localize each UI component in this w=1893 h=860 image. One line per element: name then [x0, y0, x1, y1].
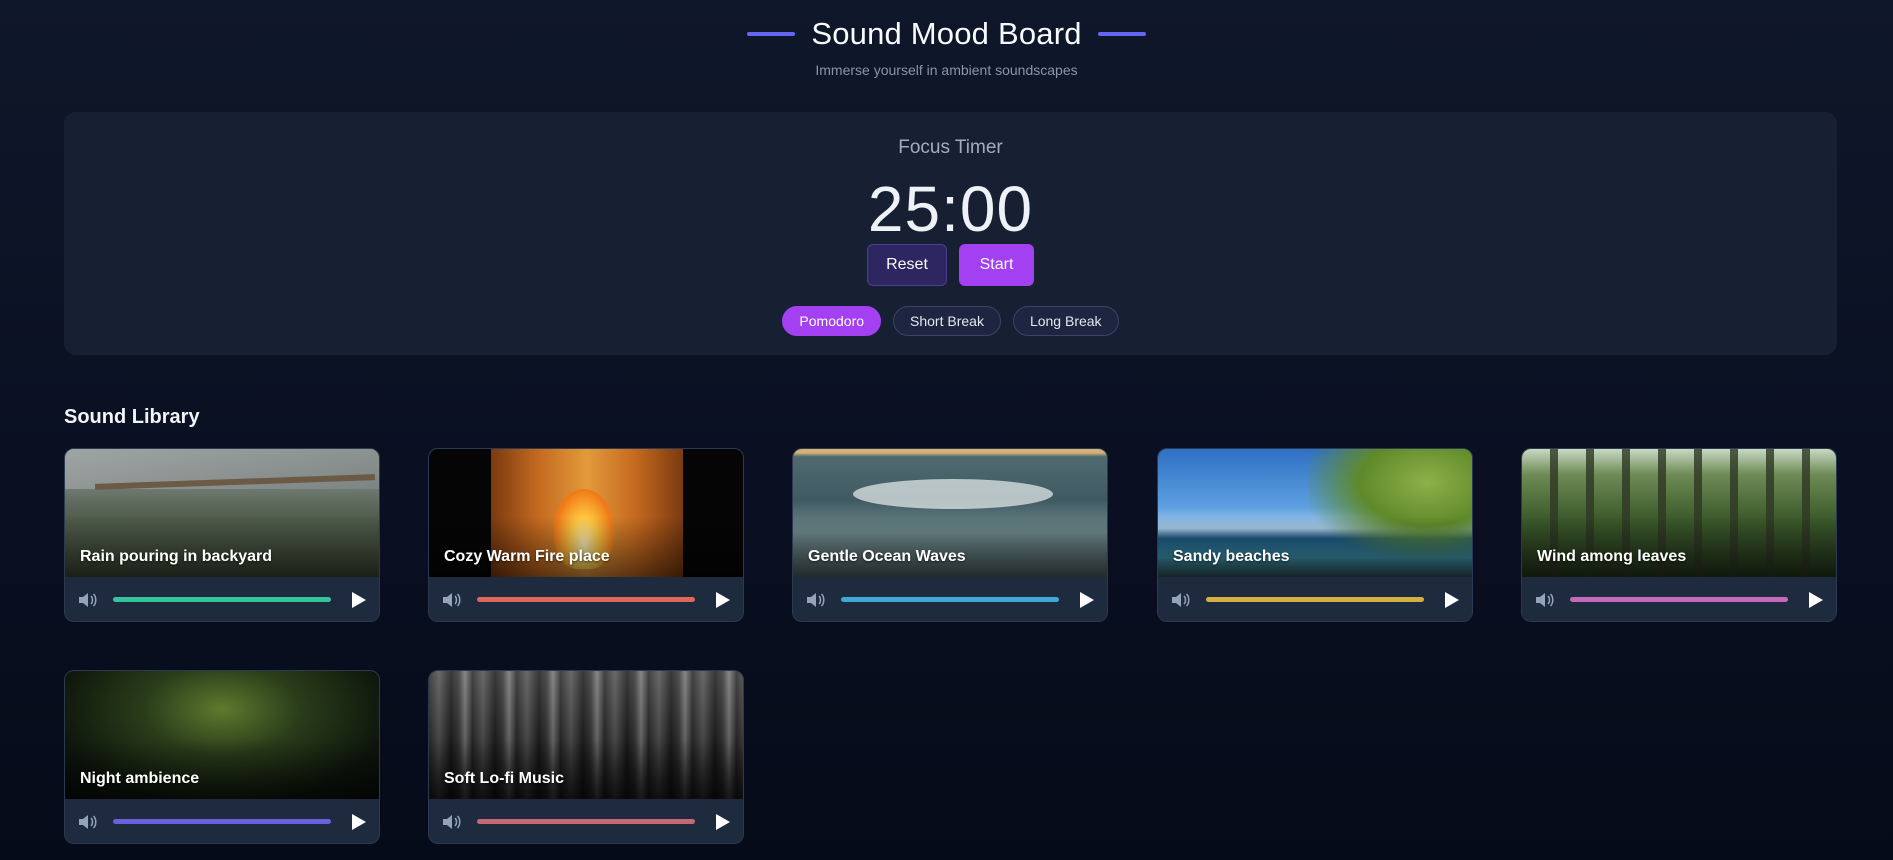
start-button[interactable]: Start [959, 244, 1034, 286]
volume-slider[interactable] [113, 819, 331, 824]
volume-icon[interactable] [1534, 591, 1554, 609]
sound-card-fire: Cozy Warm Fire place [428, 448, 744, 622]
sound-title: Wind among leaves [1537, 548, 1687, 565]
page-subtitle: Immerse yourself in ambient soundscapes [815, 62, 1078, 78]
sound-card-ocean: Gentle Ocean Waves [792, 448, 1108, 622]
play-icon[interactable] [1805, 590, 1825, 610]
sound-library-title: Sound Library [64, 406, 200, 428]
volume-icon[interactable] [805, 591, 825, 609]
volume-slider[interactable] [477, 819, 695, 824]
title-decoration-right [1097, 32, 1146, 36]
timer-mode-selector: Pomodoro Short Break Long Break [64, 306, 1837, 336]
sound-card-rain: Rain pouring in backyard [64, 448, 380, 622]
sound-title: Sandy beaches [1173, 548, 1290, 565]
play-icon[interactable] [348, 812, 368, 832]
sound-title: Gentle Ocean Waves [808, 548, 966, 565]
timer-display: 25:00 [867, 173, 1034, 245]
play-icon[interactable] [1441, 590, 1461, 610]
sound-controls [1158, 577, 1472, 621]
mode-pomodoro-button[interactable]: Pomodoro [782, 306, 882, 336]
play-icon[interactable] [348, 590, 368, 610]
sound-card-wind: Wind among leaves [1521, 448, 1837, 622]
sound-controls [793, 577, 1107, 621]
volume-slider[interactable] [113, 597, 331, 602]
sound-controls [65, 577, 379, 621]
volume-icon[interactable] [77, 591, 97, 609]
volume-icon[interactable] [77, 813, 97, 831]
volume-icon[interactable] [441, 813, 461, 831]
timer-label: Focus Timer [898, 137, 1003, 158]
sound-controls [429, 799, 743, 843]
play-icon[interactable] [712, 590, 732, 610]
volume-slider[interactable] [841, 597, 1059, 602]
reset-button[interactable]: Reset [867, 244, 947, 286]
timer-controls: Reset Start [64, 244, 1837, 286]
mode-long-break-button[interactable]: Long Break [1012, 306, 1119, 336]
volume-slider[interactable] [1206, 597, 1424, 602]
play-icon[interactable] [712, 812, 732, 832]
mode-short-break-button[interactable]: Short Break [893, 306, 1001, 336]
sound-title: Rain pouring in backyard [80, 548, 273, 565]
volume-slider[interactable] [477, 597, 695, 602]
sound-controls [65, 799, 379, 843]
sound-controls [429, 577, 743, 621]
sound-card-lofi: Soft Lo-fi Music [428, 670, 744, 844]
title-row: Sound Mood Board [0, 16, 1893, 52]
sound-card-night: Night ambience [64, 670, 380, 844]
volume-icon[interactable] [441, 591, 461, 609]
focus-timer-panel: Focus Timer 25:00 Reset Start Pomodoro S… [64, 112, 1837, 355]
sound-controls [1522, 577, 1836, 621]
page-header: Sound Mood Board Immerse yourself in amb… [0, 0, 1893, 90]
sound-card-beach: Sandy beaches [1157, 448, 1473, 622]
sound-title: Cozy Warm Fire place [444, 548, 610, 565]
sound-title: Soft Lo-fi Music [444, 770, 564, 787]
sound-title: Night ambience [80, 770, 200, 787]
volume-icon[interactable] [1170, 591, 1190, 609]
title-decoration-left [747, 32, 796, 36]
play-icon[interactable] [1076, 590, 1096, 610]
page-title: Sound Mood Board [811, 16, 1082, 51]
volume-slider[interactable] [1570, 597, 1788, 602]
